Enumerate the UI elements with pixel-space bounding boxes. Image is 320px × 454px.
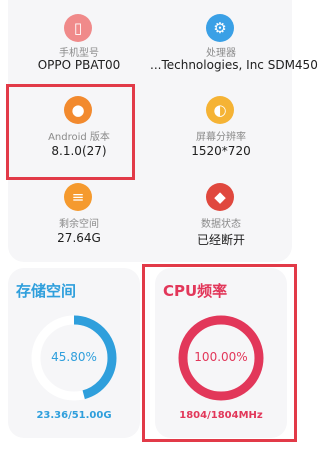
phone-icon: ▯ [64, 14, 92, 42]
info-value: OPPO PBAT00 [37, 58, 121, 72]
cpu-highlight [142, 264, 297, 442]
storage-percent: 45.80% [51, 350, 97, 364]
storage-panel[interactable]: 存储空间 45.80% 23.36/51.00G [8, 268, 140, 438]
data-status-icon: ◆ [206, 183, 234, 211]
processor-icon: ⚙ [206, 14, 234, 42]
info-value: 1520*720 [191, 144, 251, 158]
info-label: 处理器 [206, 48, 236, 59]
info-value: ...Technologies, Inc SDM450 [150, 58, 318, 72]
storage-icon: ≡ [64, 183, 92, 211]
info-label: 手机型号 [59, 48, 99, 59]
info-label: 剩余空间 [59, 219, 99, 230]
storage-usage: 23.36/51.00G [36, 410, 112, 421]
android-version-highlight [6, 84, 135, 180]
info-value: 已经断开 [196, 233, 245, 247]
info-value: 27.64G [57, 231, 101, 245]
resolution-icon: ◐ [206, 96, 234, 124]
storage-title: 存储空间 [16, 282, 77, 300]
info-label: 屏幕分辨率 [196, 132, 246, 143]
info-label: 数据状态 [201, 219, 241, 230]
